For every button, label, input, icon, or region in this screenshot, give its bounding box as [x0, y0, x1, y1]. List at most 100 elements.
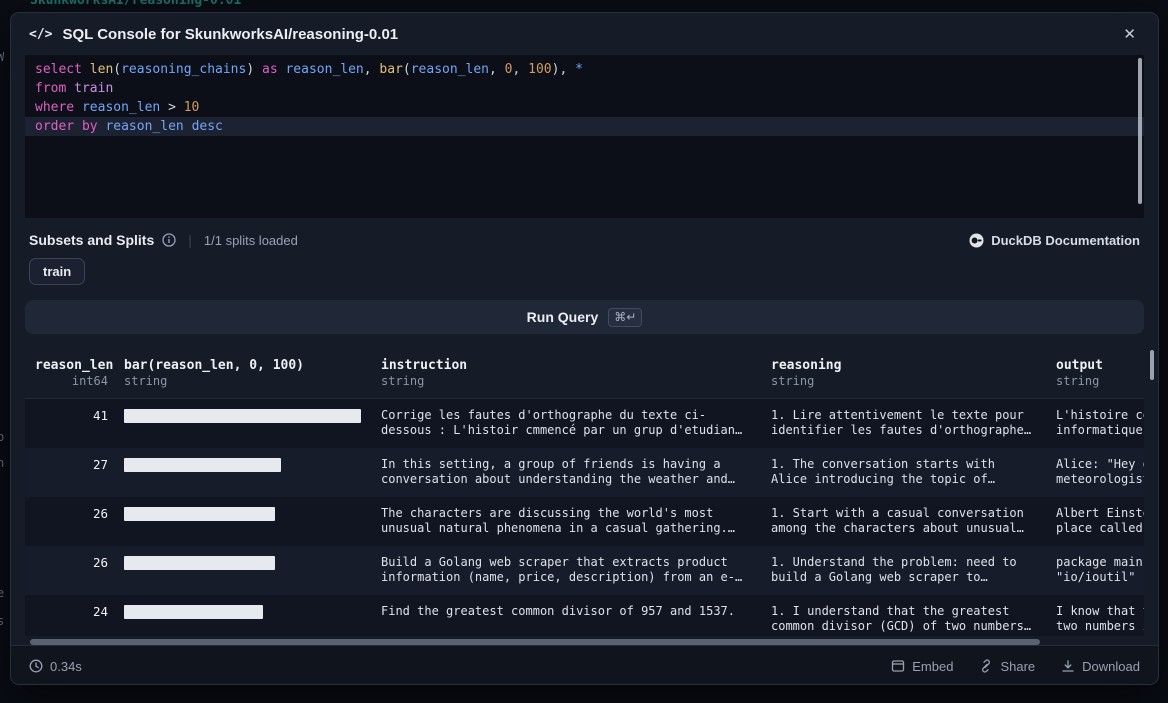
cell-bar	[114, 595, 371, 637]
link-icon	[979, 659, 993, 673]
bar-visualization	[124, 409, 361, 423]
cell-bar	[114, 448, 371, 497]
backdrop-text-fragment: e	[0, 586, 4, 600]
column-header-output: outputstring	[1046, 350, 1144, 398]
bar-visualization	[124, 507, 275, 521]
cell-reason-len: 27	[25, 448, 114, 497]
embed-icon	[891, 659, 905, 673]
column-type: string	[771, 374, 1036, 389]
cell-reasoning: 1. The conversation starts with Alice in…	[761, 448, 1046, 497]
sql-editor-lines: select len(reasoning_chains) as reason_l…	[25, 60, 1144, 136]
horizontal-scrollbar-track	[25, 639, 1144, 645]
cell-instruction: The characters are discussing the world'…	[371, 497, 761, 546]
table-head: reason_lenint64bar(reason_len, 0, 100)st…	[25, 350, 1144, 398]
cell-instruction: Build a Golang web scraper that extracts…	[371, 546, 761, 595]
vertical-divider: |	[188, 232, 192, 248]
results-table-container: reason_lenint64bar(reason_len, 0, 100)st…	[25, 350, 1144, 636]
column-name: reasoning	[771, 357, 1036, 374]
cell-output: L'histoire co informatique	[1046, 398, 1144, 448]
modal-title: SQL Console for SkunkworksAI/reasoning-0…	[62, 26, 398, 43]
share-label: Share	[1000, 659, 1035, 674]
embed-label: Embed	[912, 659, 953, 674]
column-type: string	[381, 374, 751, 389]
cell-reason-len: 41	[25, 398, 114, 448]
cell-bar	[114, 497, 371, 546]
column-name: reason_len	[35, 357, 108, 374]
table-row: 24 Find the greatest common divisor of 95…	[25, 595, 1144, 637]
cell-bar	[114, 546, 371, 595]
cell-bar	[114, 398, 371, 448]
cell-output: Albert Einste place called	[1046, 497, 1144, 546]
column-header-bar-reason_len-0-100-: bar(reason_len, 0, 100)string	[114, 350, 371, 398]
download-label: Download	[1082, 659, 1140, 674]
header-row: reason_lenint64bar(reason_len, 0, 100)st…	[25, 350, 1144, 398]
table-row: 41 Corrige les fautes d'orthographe du te…	[25, 398, 1144, 448]
query-duration: 0.34s	[29, 659, 82, 674]
modal-footer: 0.34s Embed Share Download	[11, 645, 1158, 685]
column-type: string	[1056, 374, 1144, 389]
subsets-and-splits-label: Subsets and Splits	[29, 232, 154, 248]
cell-output: package main "io/ioutil" "	[1046, 546, 1144, 595]
column-type: string	[124, 374, 361, 389]
table-row: 27 In this setting, a group of friends is…	[25, 448, 1144, 497]
column-header-instruction: instructionstring	[371, 350, 761, 398]
column-header-reason_len: reason_lenint64	[25, 350, 114, 398]
code-line: select len(reasoning_chains) as reason_l…	[25, 60, 1144, 79]
backdrop-text-fragment: b	[0, 430, 4, 444]
split-chip-train[interactable]: train	[29, 258, 85, 285]
cell-reason-len: 26	[25, 546, 114, 595]
info-icon[interactable]	[162, 233, 176, 247]
table-body: 41 Corrige les fautes d'orthographe du te…	[25, 398, 1144, 636]
cell-instruction: In this setting, a group of friends is h…	[371, 448, 761, 497]
bar-visualization	[124, 605, 263, 619]
cell-reasoning: 1. Lire attentivement le texte pour iden…	[761, 398, 1046, 448]
backdrop-text-fragment: W	[0, 50, 4, 64]
column-name: instruction	[381, 357, 751, 374]
embed-button[interactable]: Embed	[891, 659, 953, 674]
column-type: int64	[35, 374, 108, 389]
horizontal-scrollbar-thumb[interactable]	[30, 639, 1040, 645]
clock-icon	[29, 659, 43, 673]
cell-output: I know that t two numbers i	[1046, 595, 1144, 637]
bar-visualization	[124, 556, 275, 570]
keyboard-shortcut-badge: ⌘↵	[608, 308, 642, 327]
duckdb-documentation-label: DuckDB Documentation	[991, 233, 1140, 248]
query-duration-text: 0.34s	[50, 659, 82, 674]
results-table: reason_lenint64bar(reason_len, 0, 100)st…	[25, 350, 1144, 636]
table-row: 26 The characters are discussing the worl…	[25, 497, 1144, 546]
cell-reasoning: 1. Understand the problem: need to build…	[761, 546, 1046, 595]
table-row: 26 Build a Golang web scraper that extrac…	[25, 546, 1144, 595]
download-icon	[1061, 659, 1075, 673]
cell-reasoning: 1. Start with a casual conversation amon…	[761, 497, 1046, 546]
close-icon[interactable]: ✕	[1119, 23, 1140, 46]
cell-reason-len: 24	[25, 595, 114, 637]
backdrop-page-title-fragment: SkunkworksAI/reasoning-0.01	[30, 0, 241, 8]
backdrop-text-fragment: s	[0, 614, 4, 628]
cell-output: Alice: "Hey g meteorologist	[1046, 448, 1144, 497]
sql-editor[interactable]: select len(reasoning_chains) as reason_l…	[25, 55, 1144, 218]
run-query-label: Run Query	[527, 309, 599, 325]
code-line: from train	[25, 79, 1144, 98]
table-vertical-scrollbar-thumb[interactable]	[1150, 350, 1154, 380]
duckdb-logo-icon	[969, 233, 984, 248]
cell-instruction: Corrige les fautes d'orthographe du text…	[371, 398, 761, 448]
share-button[interactable]: Share	[979, 659, 1035, 674]
subsets-row: Subsets and Splits | 1/1 splits loaded D…	[29, 232, 1140, 248]
sql-console-modal: </> SQL Console for SkunkworksAI/reasoni…	[10, 12, 1159, 685]
footer-actions: Embed Share Download	[891, 659, 1140, 674]
column-header-reasoning: reasoningstring	[761, 350, 1046, 398]
column-name: bar(reason_len, 0, 100)	[124, 357, 361, 374]
cell-instruction: Find the greatest common divisor of 957 …	[371, 595, 761, 637]
column-name: output	[1056, 357, 1144, 374]
run-query-button[interactable]: Run Query ⌘↵	[25, 300, 1144, 334]
code-line: order by reason_len desc	[25, 117, 1144, 136]
backdrop-text-fragment: h	[0, 456, 4, 470]
editor-scrollbar[interactable]	[1138, 58, 1142, 204]
modal-header: </> SQL Console for SkunkworksAI/reasoni…	[11, 13, 1158, 55]
splits-loaded-text: 1/1 splits loaded	[204, 233, 298, 248]
cell-reason-len: 26	[25, 497, 114, 546]
cell-reasoning: 1. I understand that the greatest common…	[761, 595, 1046, 637]
duckdb-documentation-link[interactable]: DuckDB Documentation	[969, 233, 1140, 248]
code-line: where reason_len > 10	[25, 98, 1144, 117]
download-button[interactable]: Download	[1061, 659, 1140, 674]
